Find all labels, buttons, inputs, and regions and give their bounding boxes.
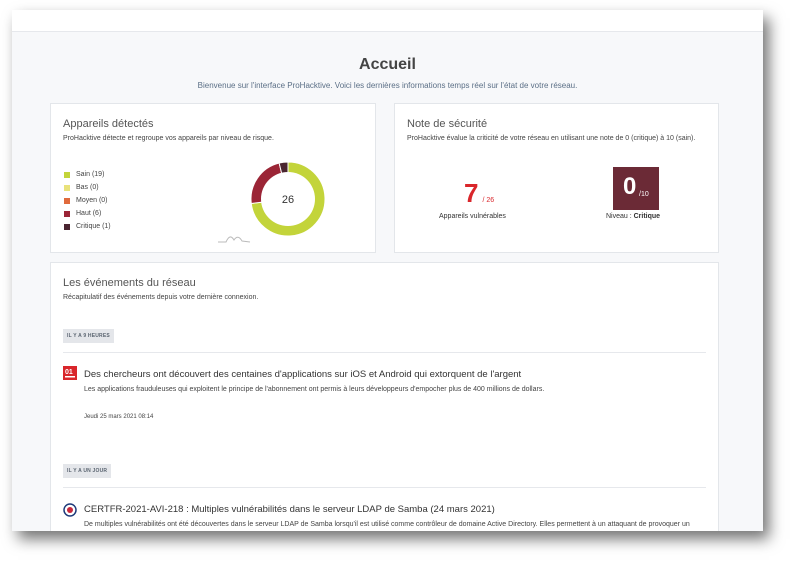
- event-description: De multiples vulnérabilités ont été déco…: [84, 521, 690, 528]
- top-bar: [12, 10, 763, 32]
- event-time-tag: IL Y A UN JOUR: [63, 464, 112, 478]
- security-score-badge: 0 /10: [613, 167, 659, 210]
- legend-label: Haut (6): [76, 210, 102, 217]
- page-subtitle: Bienvenue sur l'interface ProHacktive. V…: [197, 81, 578, 90]
- event-divider: [63, 352, 706, 353]
- legend-item-critique[interactable]: Critique (1): [64, 220, 111, 233]
- legend-label: Sain (19): [76, 171, 105, 178]
- vulnerable-value: 7: [464, 178, 479, 208]
- event-date: Jeudi 25 mars 2021 08:14: [84, 414, 154, 420]
- events-card-title: Les événements du réseau: [63, 277, 196, 289]
- svg-text:01: 01: [65, 369, 73, 376]
- devices-card-title: Appareils détectés: [63, 118, 154, 130]
- app-window: Accueil Bienvenue sur l'interface ProHac…: [12, 10, 763, 531]
- vulnerable-devices-label: Appareils vulnérables: [439, 213, 506, 220]
- security-card-title: Note de sécurité: [407, 118, 488, 130]
- donut-total: 26: [282, 194, 294, 206]
- vulnerable-devices-count: 7/ 26: [464, 178, 494, 209]
- legend-item-sain[interactable]: Sain (19): [64, 168, 111, 181]
- legend-swatch: [64, 223, 70, 230]
- legend-item-bas[interactable]: Bas (0): [64, 181, 111, 194]
- page-title: Accueil: [359, 56, 416, 73]
- score-value: 0: [623, 173, 637, 200]
- chart-tool-icon[interactable]: [217, 232, 251, 244]
- 01net-logo-icon: 01: [63, 366, 77, 380]
- cert-fr-logo-icon: [63, 503, 77, 517]
- event-title-link[interactable]: Des chercheurs ont découvert des centain…: [84, 369, 521, 380]
- devices-card-description: ProHacktive détecte et regroupe vos appa…: [63, 135, 274, 142]
- legend-swatch: [64, 210, 70, 217]
- devices-donut-chart[interactable]: 26: [251, 162, 325, 236]
- vulnerable-total: / 26: [482, 197, 495, 204]
- legend-swatch: [64, 184, 70, 191]
- event-title-link[interactable]: CERTFR-2021-AVI-218 : Multiples vulnérab…: [84, 504, 495, 515]
- security-card: Note de sécurité ProHacktive évalue la c…: [394, 103, 719, 253]
- event-description: Les applications frauduleuses qui exploi…: [84, 386, 545, 393]
- security-level-prefix: Niveau :: [606, 213, 634, 220]
- security-level-value: Critique: [633, 213, 661, 220]
- legend-label: Critique (1): [76, 223, 111, 230]
- legend-label: Bas (0): [76, 184, 99, 191]
- score-total: /10: [639, 191, 649, 198]
- risk-legend: Sain (19) Bas (0) Moyen (0) Haut (6) Cri…: [64, 168, 111, 233]
- legend-item-haut[interactable]: Haut (6): [64, 207, 111, 220]
- security-level: Niveau : Critique: [606, 213, 660, 220]
- security-card-description: ProHacktive évalue la criticité de votre…: [407, 135, 696, 142]
- event-time-tag: IL Y A 9 HEURES: [63, 329, 114, 343]
- events-card: Les événements du réseau Récapitulatif d…: [50, 262, 719, 531]
- events-card-description: Récapitulatif des événements depuis votr…: [63, 294, 259, 301]
- devices-card: Appareils détectés ProHacktive détecte e…: [50, 103, 376, 253]
- legend-item-moyen[interactable]: Moyen (0): [64, 194, 111, 207]
- legend-label: Moyen (0): [76, 197, 108, 204]
- event-divider: [63, 487, 706, 488]
- legend-swatch: [64, 171, 70, 178]
- legend-swatch: [64, 197, 70, 204]
